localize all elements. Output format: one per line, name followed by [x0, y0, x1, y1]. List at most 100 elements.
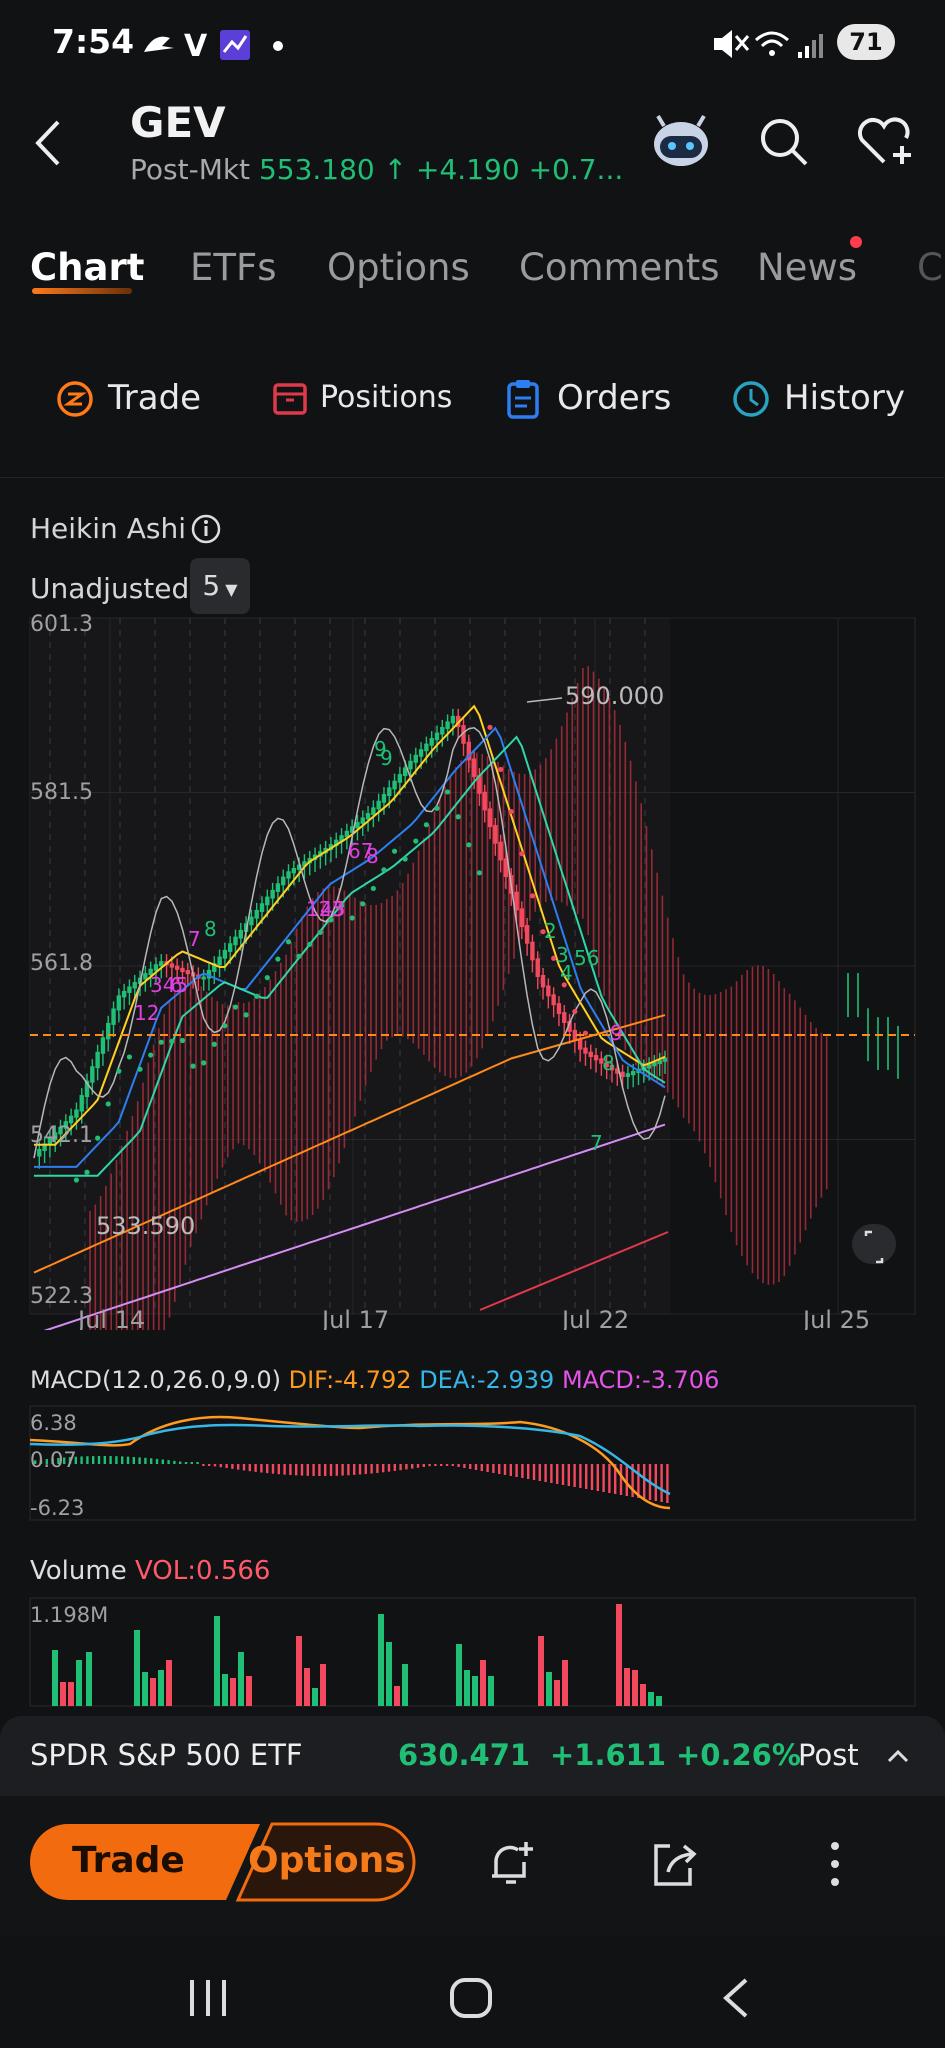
tab-etfs[interactable]: ETFs	[190, 246, 277, 289]
volume-bar	[166, 1660, 172, 1706]
low-annotation: 533.590	[96, 1212, 195, 1240]
search-icon[interactable]	[758, 116, 810, 168]
status-bar: 7:54 V 71	[0, 0, 945, 90]
volume-bar	[230, 1678, 236, 1706]
positions-icon	[273, 383, 307, 415]
macd-bar	[550, 1464, 553, 1483]
more-options-icon[interactable]	[822, 1838, 848, 1890]
y-tick-label: 561.8	[30, 951, 93, 976]
news-notification-dot	[850, 236, 862, 248]
volume-bar	[238, 1652, 244, 1706]
add-watchlist-heart-icon[interactable]	[856, 116, 916, 168]
macd-bar	[254, 1464, 257, 1472]
candle-body	[519, 908, 525, 928]
home-icon[interactable]	[448, 1976, 494, 2020]
macd-bar	[329, 1464, 333, 1476]
tab-more[interactable]: C	[917, 246, 943, 289]
index-ticker-bar[interactable]: SPDR S&P 500 ETF 630.471 +1.611 +0.26% P…	[0, 1716, 945, 1796]
macd-title: MACD(12.0,26.0,9.0)	[30, 1366, 281, 1394]
candle-body	[482, 791, 487, 811]
candle-body	[217, 956, 222, 966]
tab-news[interactable]: News	[757, 246, 857, 289]
macd-bar	[503, 1464, 507, 1475]
macd-bar	[434, 1464, 437, 1466]
macd-bar	[498, 1464, 501, 1474]
macd-bar	[654, 1464, 657, 1501]
divider	[0, 477, 945, 478]
sar-dot	[158, 1039, 164, 1045]
volume-bar	[134, 1630, 140, 1706]
macd-bar	[126, 1456, 130, 1464]
action-row: Trade Positions Orders History	[0, 370, 945, 430]
interval-selector[interactable]: 5 ▼	[190, 558, 250, 614]
candle-body	[493, 825, 498, 844]
volume-bar	[632, 1670, 638, 1706]
back-nav-icon[interactable]	[720, 1976, 752, 2020]
macd-bar	[660, 1464, 663, 1502]
recent-apps-icon[interactable]	[186, 1978, 230, 2018]
action-trade[interactable]: Trade	[108, 378, 201, 418]
x-tick-label: Jul 25	[801, 1306, 870, 1330]
back-arrow-icon[interactable]	[30, 118, 66, 168]
action-history[interactable]: History	[784, 378, 905, 418]
chevron-up-icon[interactable]	[886, 1746, 910, 1766]
macd-bar	[666, 1464, 669, 1503]
candle-body	[238, 929, 243, 939]
sar-dot	[84, 1169, 90, 1175]
tab-options[interactable]: Options	[327, 246, 470, 289]
td-count-label: 8	[366, 844, 379, 868]
macd-bar	[260, 1464, 263, 1473]
macd-bar	[358, 1464, 362, 1475]
macd-bar	[86, 1456, 89, 1464]
macd-bar	[219, 1464, 222, 1468]
dropdown-caret-icon: ▼	[220, 580, 238, 599]
volume-bar	[68, 1682, 74, 1706]
tab-chart[interactable]: Chart	[30, 246, 144, 289]
adjust-label[interactable]: Unadjusted	[30, 572, 189, 605]
price-chart[interactable]: 601.3 581.5 561.8 542.1 522.3 590.000 53…	[0, 610, 945, 1330]
macd-bar	[295, 1464, 298, 1476]
macd-bar	[399, 1464, 402, 1471]
options-button[interactable]: Options	[248, 1840, 406, 1881]
volume-bar	[76, 1660, 82, 1706]
fullscreen-button[interactable]	[852, 1224, 896, 1264]
info-icon[interactable]	[190, 513, 222, 545]
sar-dot	[116, 1068, 122, 1074]
ticker-price: 630.471	[398, 1738, 531, 1772]
volume-bar	[312, 1688, 318, 1706]
volume-bar	[488, 1676, 494, 1706]
candle-body	[620, 1071, 625, 1078]
trade-button[interactable]: Trade	[72, 1840, 185, 1881]
sar-dot	[349, 915, 355, 921]
sar-dot	[391, 848, 398, 854]
action-positions[interactable]: Positions	[320, 380, 452, 415]
candle-body	[524, 925, 530, 944]
sar-dot	[498, 766, 504, 773]
candle-body	[254, 909, 259, 919]
macd-bar	[208, 1464, 211, 1466]
price-change-pct: +0.7...	[528, 153, 624, 186]
sar-dot	[296, 953, 302, 959]
td-count-label: 8	[204, 917, 217, 941]
tab-comments[interactable]: Comments	[519, 246, 720, 289]
action-orders[interactable]: Orders	[557, 378, 671, 418]
volume-bar	[304, 1668, 310, 1706]
macd-bar	[80, 1456, 83, 1464]
volume-bar	[214, 1616, 220, 1706]
candle-body	[90, 1066, 95, 1083]
indicator-label[interactable]: Heikin Ashi	[30, 512, 186, 545]
candle-body	[281, 876, 286, 886]
candle-body	[227, 943, 233, 952]
candle-body	[392, 780, 397, 790]
macd-bar	[144, 1457, 147, 1464]
sar-dot	[179, 1037, 186, 1044]
macd-bar	[486, 1464, 489, 1472]
volume-chart[interactable]: 1.198M	[0, 1596, 945, 1708]
share-icon[interactable]	[648, 1840, 698, 1890]
macd-bar	[387, 1464, 391, 1472]
macd-chart[interactable]: 6.38 0.07 -6.23	[0, 1404, 945, 1524]
robot-assistant-icon[interactable]	[650, 112, 712, 172]
volume-header: Volume VOL:0.566	[30, 1556, 270, 1586]
macd-bar	[173, 1460, 176, 1464]
price-alert-bell-icon[interactable]	[486, 1840, 536, 1890]
